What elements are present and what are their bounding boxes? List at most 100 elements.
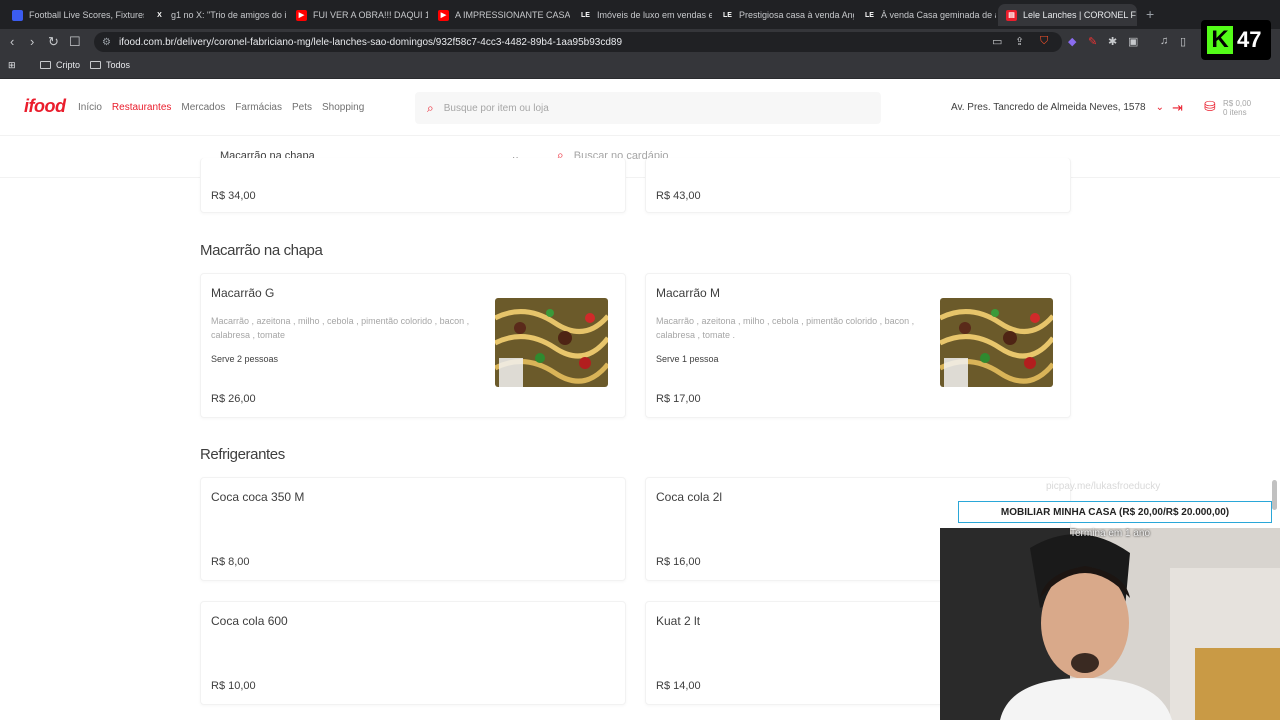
tab-title: Imóveis de luxo em vendas en <box>597 10 712 20</box>
extensions-icon[interactable]: ✱ <box>1108 35 1117 48</box>
browser-tab[interactable]: LE Prestigiosa casa à venda Angr <box>714 4 854 26</box>
reload-icon[interactable]: ↻ <box>48 34 59 50</box>
back-icon[interactable]: ‹ <box>10 34 14 50</box>
nav-inicio[interactable]: Início <box>78 102 102 113</box>
app-icon <box>12 9 23 21</box>
media-icon[interactable]: ♫ <box>1160 35 1168 47</box>
cart-summary[interactable]: R$ 0,00 0 itens <box>1223 99 1251 117</box>
le-icon: LE <box>722 9 733 21</box>
address-text: Av. Pres. Tancredo de Almeida Neves, 157… <box>951 102 1146 113</box>
item-description: Macarrão , azeitona , milho , cebola , p… <box>656 316 915 340</box>
bookmark-folder[interactable]: Todos <box>90 60 130 70</box>
ifood-icon: ▤ <box>1006 9 1017 21</box>
item-price: R$ 26,00 <box>211 393 256 405</box>
tab-title: Lele Lanches | CORONEL F <box>1023 10 1137 20</box>
item-price: R$ 17,00 <box>656 393 701 405</box>
cast-icon[interactable]: ▭ <box>992 35 1002 48</box>
bookmark-folder[interactable]: Cripto <box>40 60 80 70</box>
menu-item-card[interactable]: Macarrão G Macarrão , azeitona , milho ,… <box>200 273 626 418</box>
item-photo <box>940 298 1053 387</box>
menu-item-card[interactable]: Macarrão M Macarrão , azeitona , milho ,… <box>645 273 1071 418</box>
item-name: Coca cola 600 <box>211 614 288 628</box>
browser-tab-active[interactable]: ▤Lele Lanches | CORONEL F✕ <box>998 4 1137 26</box>
ifood-logo[interactable]: ifood <box>24 96 66 117</box>
item-name: Coca cola 2l <box>656 490 723 504</box>
share-icon[interactable]: ⇪ <box>1015 35 1024 48</box>
extension-icon[interactable]: ✎ <box>1088 35 1097 48</box>
browser-tab-strip: Football Live Scores, Fixtures & Xg1 no … <box>0 0 1280 29</box>
cart-items: 0 itens <box>1223 108 1247 117</box>
goal-ends-text: Termina em 1 ano <box>1070 528 1151 539</box>
browser-tab[interactable]: Xg1 no X: "Trio de amigos do in <box>146 4 286 26</box>
item-price: R$ 43,00 <box>656 190 701 202</box>
item-photo <box>495 298 608 387</box>
kick-logo-icon: K <box>1207 26 1233 54</box>
extension-icon[interactable]: ◆ <box>1068 35 1076 48</box>
tab-title: A IMPRESSIONANTE CASA CO <box>455 10 570 20</box>
tab-title: Football Live Scores, Fixtures & <box>29 10 144 20</box>
cart-total: R$ 0,00 <box>1223 99 1252 108</box>
viewer-count: 47 <box>1237 27 1262 52</box>
item-price: R$ 34,00 <box>211 190 256 202</box>
item-price: R$ 8,00 <box>211 556 250 568</box>
login-icon[interactable]: ⇥ <box>1172 100 1183 116</box>
browser-tab[interactable]: LE Imóveis de luxo em vendas en <box>572 4 712 26</box>
browser-tab[interactable]: LE À venda Casa geminada de alt <box>856 4 996 26</box>
le-icon: LE <box>580 9 591 21</box>
section-title: Macarrão na chapa <box>200 242 323 259</box>
address-bar[interactable]: ⚙ ifood.com.br/delivery/coronel-fabricia… <box>94 32 1062 52</box>
menu-item-card[interactable]: Coca coca 350 M R$ 8,00 <box>200 477 626 581</box>
webcam-feed <box>940 528 1280 720</box>
new-tab-button[interactable]: + <box>1146 6 1154 22</box>
delivery-address[interactable]: Av. Pres. Tancredo de Almeida Neves, 157… <box>951 102 1164 113</box>
bag-icon[interactable]: ⛁ <box>1204 98 1216 115</box>
folder-icon <box>90 61 101 69</box>
menu-toolbar: Macarrão na chapa ⌄ ⌕ Buscar no cardápio <box>0 136 1280 178</box>
site-header: ifood Início Restaurantes Mercados Farmá… <box>0 80 1280 136</box>
youtube-icon: ▶ <box>296 9 307 21</box>
le-icon: LE <box>864 9 875 21</box>
search-input[interactable]: ⌕ Busque por item ou loja <box>415 92 881 124</box>
item-price: R$ 14,00 <box>656 680 701 692</box>
menu-item-card[interactable]: Coca cola 600 R$ 10,00 <box>200 601 626 705</box>
browser-tab[interactable]: Football Live Scores, Fixtures & <box>4 4 144 26</box>
tab-title: À venda Casa geminada de alt <box>881 10 996 20</box>
site-info-icon[interactable]: ⚙ <box>102 37 111 48</box>
nav-mercados[interactable]: Mercados <box>181 102 225 113</box>
tab-title: g1 no X: "Trio de amigos do in <box>171 10 286 20</box>
item-serves: Serve 1 pessoa <box>656 354 719 364</box>
menu-item-card[interactable]: R$ 43,00 <box>645 158 1071 213</box>
item-name: Kuat 2 lt <box>656 614 701 628</box>
chevron-down-icon: ⌄ <box>1155 102 1164 113</box>
tab-title: FUI VER A OBRA!!! DAQUI 1 A <box>313 10 428 20</box>
browser-tab[interactable]: ▶ A IMPRESSIONANTE CASA CO <box>430 4 570 26</box>
search-placeholder: Busque por item ou loja <box>443 102 549 114</box>
screen: Football Live Scores, Fixtures & Xg1 no … <box>0 0 1280 720</box>
bookmarks-bar: ⊞ Cripto Todos <box>0 55 1280 79</box>
nav-farmacias[interactable]: Farmácias <box>235 102 282 113</box>
brave-shield-icon[interactable]: ⛉ <box>1040 35 1048 48</box>
nav-restaurantes[interactable]: Restaurantes <box>112 102 171 113</box>
nav-pets[interactable]: Pets <box>292 102 312 113</box>
forward-icon[interactable]: › <box>30 34 34 50</box>
page-scrollbar[interactable] <box>1272 480 1277 510</box>
tab-title: Prestigiosa casa à venda Angr <box>739 10 854 20</box>
bookmark-icon[interactable]: ☐ <box>69 34 81 50</box>
item-name: Coca coca 350 M <box>211 490 305 504</box>
screenshot-icon[interactable]: ▣ <box>1128 35 1138 48</box>
item-name: Macarrão M <box>656 286 721 300</box>
x-icon: X <box>154 9 165 21</box>
browser-tab[interactable]: ▶ FUI VER A OBRA!!! DAQUI 1 A <box>288 4 428 26</box>
main-nav: Início Restaurantes Mercados Farmácias P… <box>78 102 364 113</box>
section-title: Refrigerantes <box>200 446 285 463</box>
item-serves: Serve 2 pessoas <box>211 354 279 364</box>
menu-item-card[interactable]: R$ 34,00 <box>200 158 626 213</box>
apps-icon[interactable]: ⊞ <box>8 60 16 71</box>
nav-shopping[interactable]: Shopping <box>322 102 364 113</box>
sidebar-icon[interactable]: ▯ <box>1180 35 1186 48</box>
item-name: Macarrão G <box>211 286 275 300</box>
donation-handle: picpay.me/lukasfroeducky <box>1046 481 1161 492</box>
youtube-icon: ▶ <box>438 9 449 21</box>
search-icon: ⌕ <box>427 100 434 115</box>
url-text: ifood.com.br/delivery/coronel-fabriciano… <box>118 36 623 48</box>
